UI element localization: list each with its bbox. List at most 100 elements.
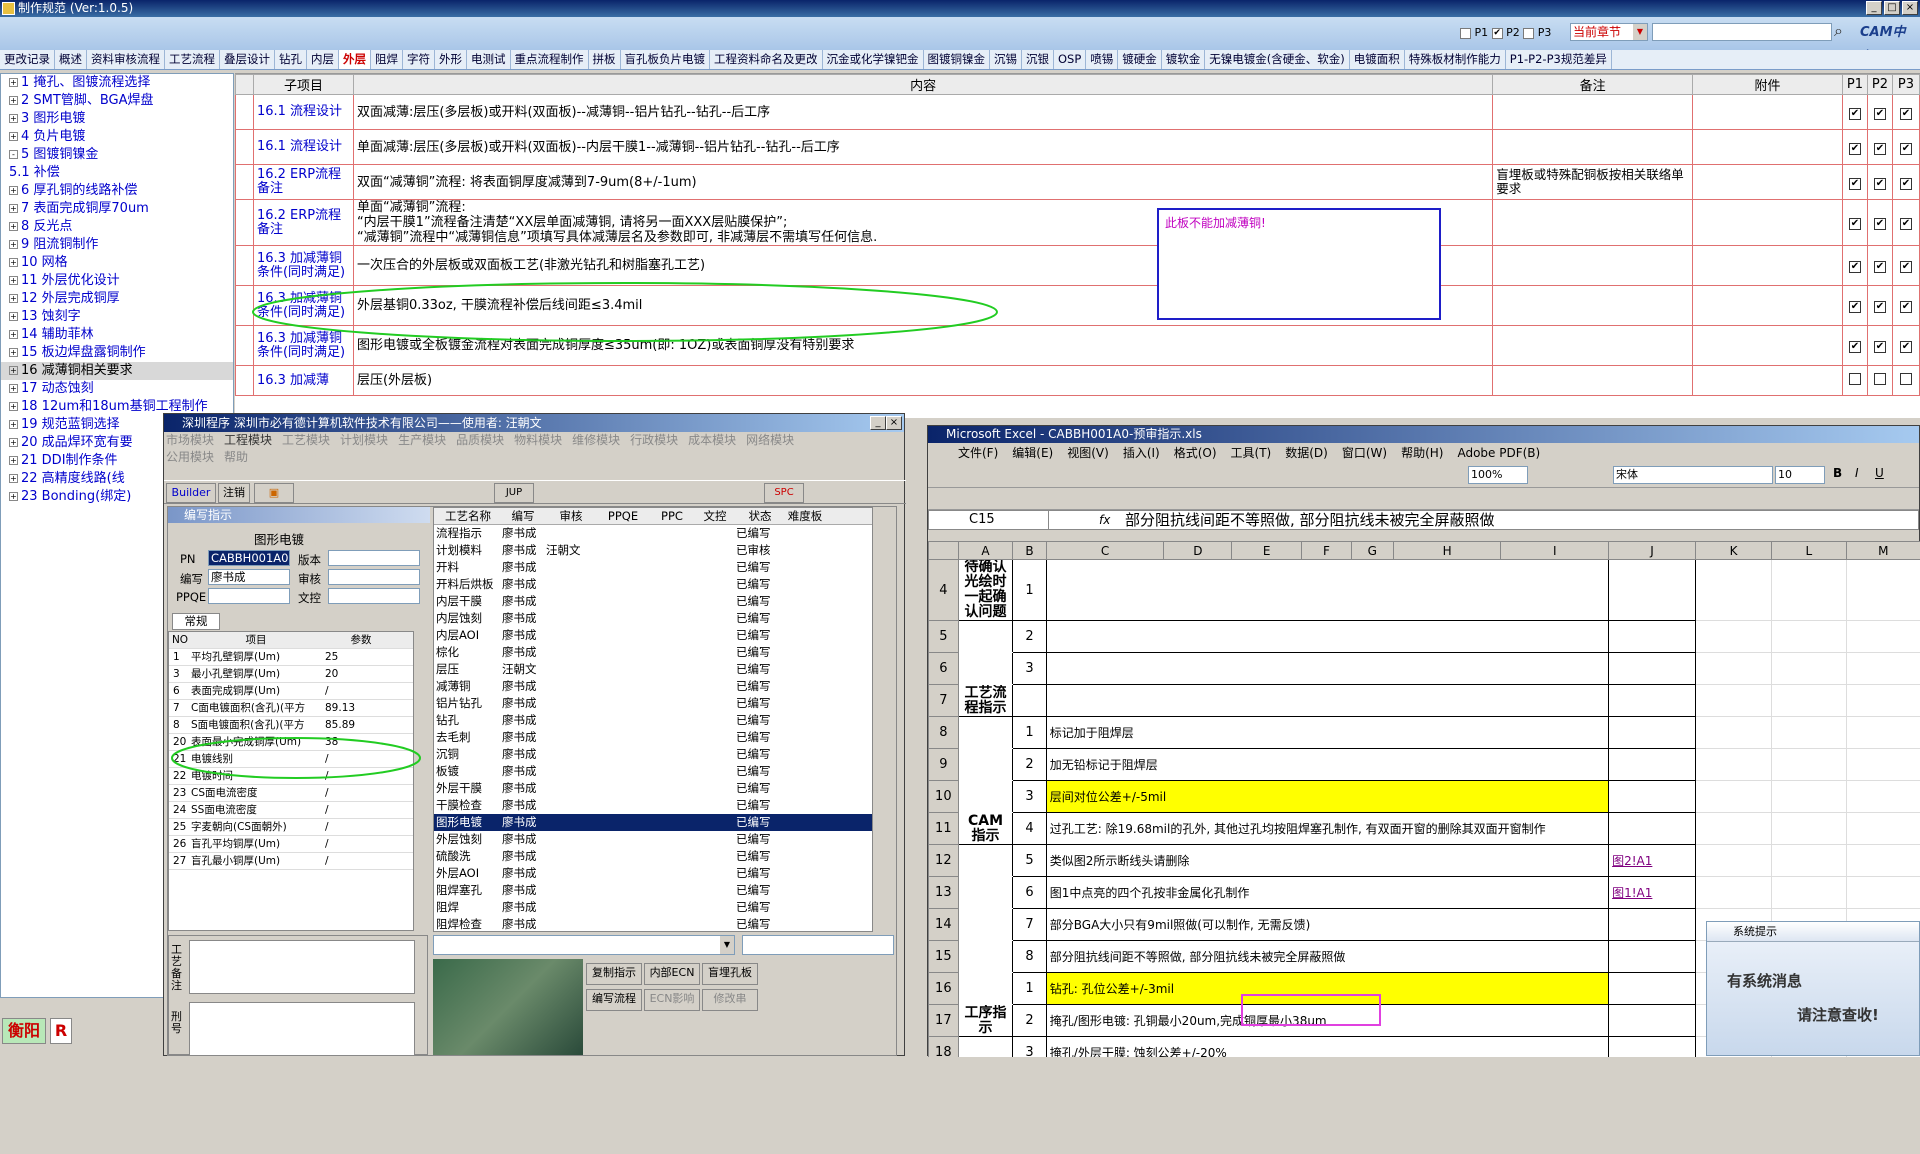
tree-item[interactable]: +13 蚀刻字 bbox=[1, 308, 233, 326]
priority-checkbox[interactable]: ✔ bbox=[1849, 261, 1861, 273]
expand-icon[interactable]: + bbox=[9, 186, 18, 195]
excel-menu-item[interactable]: 编辑(E) bbox=[1012, 446, 1053, 460]
action-button[interactable]: 复制指示 bbox=[586, 963, 642, 985]
italic-button[interactable]: I bbox=[1855, 466, 1859, 480]
version-field[interactable] bbox=[328, 550, 420, 566]
module-menu-item[interactable]: 公用模块 bbox=[166, 450, 214, 464]
row-header[interactable]: 14 bbox=[929, 909, 959, 941]
expand-icon[interactable]: + bbox=[9, 330, 18, 339]
cell-link[interactable] bbox=[1609, 653, 1696, 685]
cell-a[interactable] bbox=[958, 973, 1013, 1005]
cell-link[interactable] bbox=[1609, 909, 1696, 941]
cell-a[interactable] bbox=[958, 877, 1013, 909]
param-row[interactable]: 6表面完成铜厚(Um)/ bbox=[169, 683, 413, 700]
row-header[interactable]: 4 bbox=[929, 560, 959, 621]
priority-checkbox[interactable]: ✔ bbox=[1874, 341, 1886, 353]
module-menu-item[interactable]: 物料模块 bbox=[514, 433, 562, 447]
tree-item[interactable]: +10 网格 bbox=[1, 254, 233, 272]
column-header[interactable]: C bbox=[1046, 542, 1164, 560]
row-header[interactable]: 13 bbox=[929, 877, 959, 909]
row-header[interactable]: 9 bbox=[929, 749, 959, 781]
tree-item[interactable]: +17 动态蚀刻 bbox=[1, 380, 233, 398]
cell-content[interactable]: 过孔工艺: 除19.68mil的孔外, 其他过孔均按阻焊塞孔制作, 有双面开窗的… bbox=[1046, 813, 1608, 845]
priority-checkbox[interactable]: ✔ bbox=[1874, 261, 1886, 273]
tree-item[interactable]: +11 外层优化设计 bbox=[1, 272, 233, 290]
p3-checkbox[interactable] bbox=[1523, 28, 1534, 39]
excel-menu-item[interactable]: 格式(O) bbox=[1174, 446, 1217, 460]
priority-checkbox[interactable]: ✔ bbox=[1900, 178, 1912, 190]
cell-b[interactable] bbox=[1013, 685, 1046, 717]
param-row[interactable]: 23CS面电流密度/ bbox=[169, 785, 413, 802]
cell-content[interactable] bbox=[1046, 560, 1608, 621]
column-header[interactable]: D bbox=[1164, 542, 1232, 560]
tab-1[interactable]: 概述 bbox=[55, 50, 87, 69]
priority-checkbox[interactable]: ✔ bbox=[1874, 108, 1886, 120]
row-header[interactable]: 18 bbox=[929, 1037, 959, 1058]
process-row[interactable]: 计划模料廖书成汪朝文已审核 bbox=[434, 542, 872, 559]
process-row[interactable]: 铝片钻孔廖书成已编写 bbox=[434, 695, 872, 712]
tree-item[interactable]: +4 负片电镀 bbox=[1, 128, 233, 146]
ppqe-field[interactable] bbox=[208, 588, 290, 604]
expand-icon[interactable]: + bbox=[9, 258, 18, 267]
cell-empty[interactable] bbox=[1772, 653, 1846, 685]
param-row[interactable]: 7C面电镀面积(含孔)(平方89.13 bbox=[169, 700, 413, 717]
cell-a[interactable]: CAM指示 bbox=[958, 813, 1013, 845]
tab-4[interactable]: 叠层设计 bbox=[220, 50, 275, 69]
expand-icon[interactable]: + bbox=[9, 348, 18, 357]
expand-icon[interactable]: + bbox=[9, 222, 18, 231]
tree-item[interactable]: +16 减薄铜相关要求 bbox=[1, 362, 233, 380]
expand-icon[interactable]: + bbox=[9, 474, 18, 483]
process-row[interactable]: 沉铜廖书成已编写 bbox=[434, 746, 872, 763]
tab-8[interactable]: 阻焊 bbox=[371, 50, 403, 69]
tree-item[interactable]: +7 表面完成铜厚70um bbox=[1, 200, 233, 218]
excel-menu-item[interactable]: 数据(D) bbox=[1285, 446, 1328, 460]
expand-icon[interactable]: + bbox=[9, 438, 18, 447]
cell-content[interactable]: 部分BGA大小只有9mil照做(可以制作, 无需反馈) bbox=[1046, 909, 1608, 941]
param-row[interactable]: 3最小孔壁铜厚(Um)20 bbox=[169, 666, 413, 683]
process-row[interactable]: 去毛刺廖书成已编写 bbox=[434, 729, 872, 746]
row-header[interactable]: 15 bbox=[929, 941, 959, 973]
process-row[interactable]: 流程指示廖书成已编写 bbox=[434, 525, 872, 542]
process-row[interactable]: 减薄铜廖书成已编写 bbox=[434, 678, 872, 695]
tab-3[interactable]: 工艺流程 bbox=[165, 50, 220, 69]
row-header[interactable]: 10 bbox=[929, 781, 959, 813]
tab-0[interactable]: 更改记录 bbox=[0, 50, 55, 69]
expand-icon[interactable]: + bbox=[9, 114, 18, 123]
module-menu-item[interactable]: 计划模块 bbox=[340, 433, 388, 447]
cell-a[interactable] bbox=[958, 781, 1013, 813]
logout-button[interactable]: 注销 bbox=[218, 483, 250, 503]
cell-link[interactable] bbox=[1609, 749, 1696, 781]
cell-b[interactable]: 3 bbox=[1013, 653, 1046, 685]
expand-icon[interactable]: + bbox=[9, 132, 18, 141]
cell-empty[interactable] bbox=[1846, 845, 1920, 877]
tree-item[interactable]: +6 厚孔铜的线路补偿 bbox=[1, 182, 233, 200]
p1-checkbox[interactable] bbox=[1460, 28, 1471, 39]
expand-icon[interactable]: + bbox=[9, 96, 18, 105]
param-row[interactable]: 24SS面电流密度/ bbox=[169, 802, 413, 819]
module-menu-item[interactable]: 工程模块 bbox=[224, 433, 272, 447]
column-header[interactable]: J bbox=[1609, 542, 1696, 560]
pn-field[interactable]: CABBH001A0 bbox=[208, 550, 290, 566]
tab-general[interactable]: 常规 bbox=[172, 613, 220, 630]
tab-23[interactable]: 镀软金 bbox=[1162, 50, 1206, 69]
cell-link[interactable] bbox=[1609, 717, 1696, 749]
process-row[interactable]: 钻孔廖书成已编写 bbox=[434, 712, 872, 729]
action-button[interactable]: 编写流程 bbox=[586, 989, 642, 1011]
cell-link[interactable]: 图2!A1 bbox=[1609, 845, 1696, 877]
cell-a[interactable] bbox=[958, 749, 1013, 781]
excel-menu-item[interactable]: 插入(I) bbox=[1123, 446, 1160, 460]
cell-content[interactable]: 层间对位公差+/-5mil bbox=[1046, 781, 1608, 813]
cell-a[interactable] bbox=[958, 717, 1013, 749]
module-menu-item[interactable]: 网络模块 bbox=[746, 433, 794, 447]
action-button[interactable]: 盲埋孔板 bbox=[702, 963, 758, 985]
cell-empty[interactable] bbox=[1772, 717, 1846, 749]
tree-item[interactable]: +3 图形电镀 bbox=[1, 110, 233, 128]
spc-button[interactable]: SPC bbox=[764, 483, 804, 503]
cell-empty[interactable] bbox=[1846, 781, 1920, 813]
audit-field[interactable] bbox=[328, 569, 420, 585]
tree-item[interactable]: -5 图镀铜镍金 bbox=[1, 146, 233, 164]
priority-checkbox[interactable]: ✔ bbox=[1900, 143, 1912, 155]
row-header[interactable]: 8 bbox=[929, 717, 959, 749]
process-row[interactable]: 内层干膜廖书成已编写 bbox=[434, 593, 872, 610]
priority-checkbox[interactable]: ✔ bbox=[1874, 178, 1886, 190]
